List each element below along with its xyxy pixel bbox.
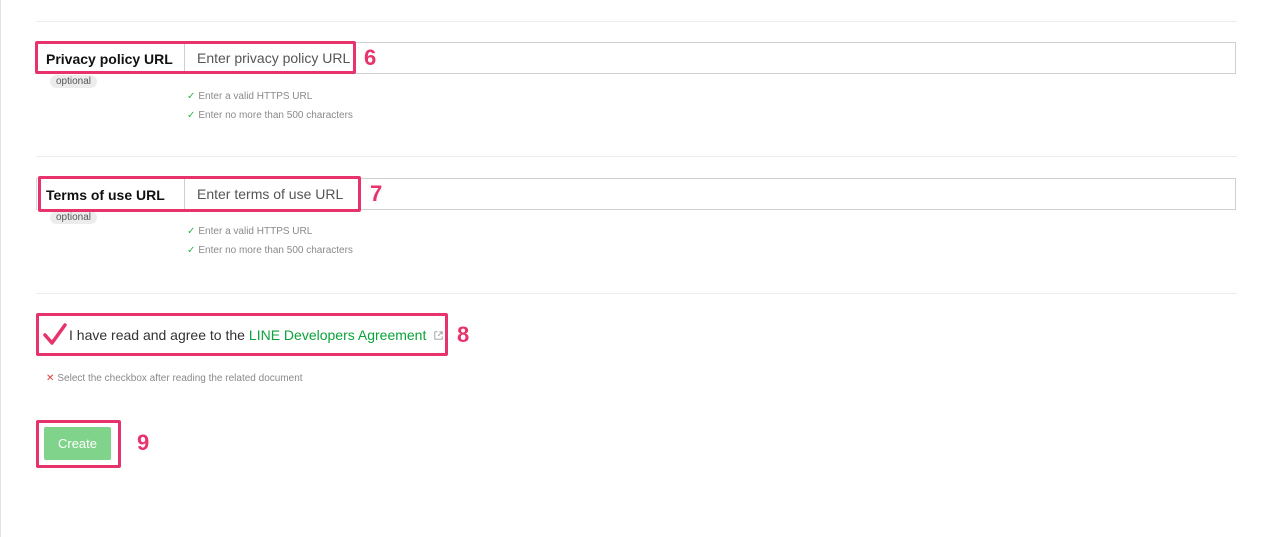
terms-of-use-field: Terms of use URL: [36, 178, 1236, 212]
agreement-checkbox[interactable]: [43, 323, 67, 347]
privacy-hint-https: ✓ Enter a valid HTTPS URL: [187, 91, 313, 102]
external-link-icon[interactable]: [433, 330, 444, 341]
terms-of-use-input[interactable]: [184, 178, 1236, 210]
agreement-error: ✕ Select the checkbox after reading the r…: [46, 373, 303, 384]
step-badge-7: 7: [370, 181, 383, 206]
page-left-border: [0, 0, 1, 537]
check-icon: ✓: [187, 91, 196, 102]
optional-tag: optional: [50, 75, 98, 88]
section-divider: [36, 156, 1237, 157]
optional-tag: optional: [50, 211, 98, 224]
check-icon: ✓: [187, 226, 196, 237]
terms-hint-https: ✓ Enter a valid HTTPS URL: [187, 226, 313, 237]
privacy-policy-input[interactable]: [184, 42, 1236, 74]
developers-agreement-link[interactable]: LINE Developers Agreement: [249, 327, 426, 343]
step-badge-9: 9: [137, 430, 150, 455]
section-divider: [36, 21, 1237, 22]
check-icon: ✓: [187, 245, 196, 256]
privacy-hint-length: ✓ Enter no more than 500 characters: [187, 110, 353, 121]
error-x-icon: ✕: [46, 373, 55, 384]
step-badge-6: 6: [364, 45, 377, 70]
section-divider: [36, 293, 1237, 294]
create-button[interactable]: Create: [44, 427, 111, 460]
terms-hint-length: ✓ Enter no more than 500 characters: [187, 245, 353, 256]
privacy-policy-label: Privacy policy URL: [36, 42, 184, 74]
privacy-policy-field: Privacy policy URL: [36, 42, 1236, 76]
agreement-row: I have read and agree to the LINE Develo…: [43, 315, 444, 355]
step-badge-8: 8: [457, 322, 470, 347]
terms-of-use-label: Terms of use URL: [36, 178, 184, 210]
check-icon: ✓: [187, 110, 196, 121]
agreement-text: I have read and agree to the: [69, 327, 245, 343]
